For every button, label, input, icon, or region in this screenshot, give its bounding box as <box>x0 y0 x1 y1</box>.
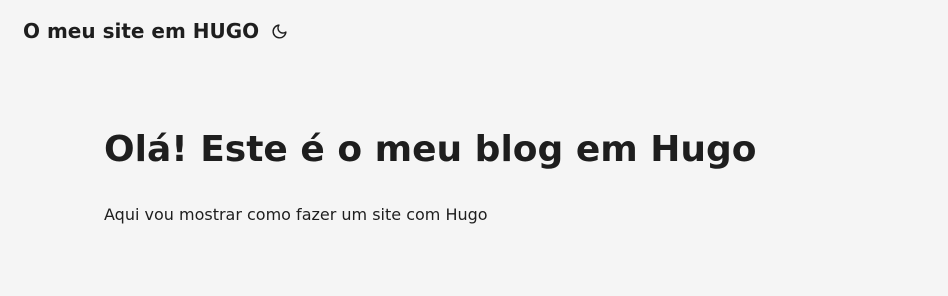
page-title: Olá! Este é o meu blog em Hugo <box>104 129 757 170</box>
intro-text: Aqui vou mostrar como fazer um site com … <box>104 205 488 224</box>
moon-icon <box>272 23 287 38</box>
site-title-link[interactable]: O meu site em HUGO <box>23 19 259 43</box>
theme-toggle-button[interactable] <box>269 21 289 41</box>
main-content: Olá! Este é o meu blog em Hugo Aqui vou … <box>104 120 864 227</box>
site-header: O meu site em HUGO <box>23 14 289 48</box>
